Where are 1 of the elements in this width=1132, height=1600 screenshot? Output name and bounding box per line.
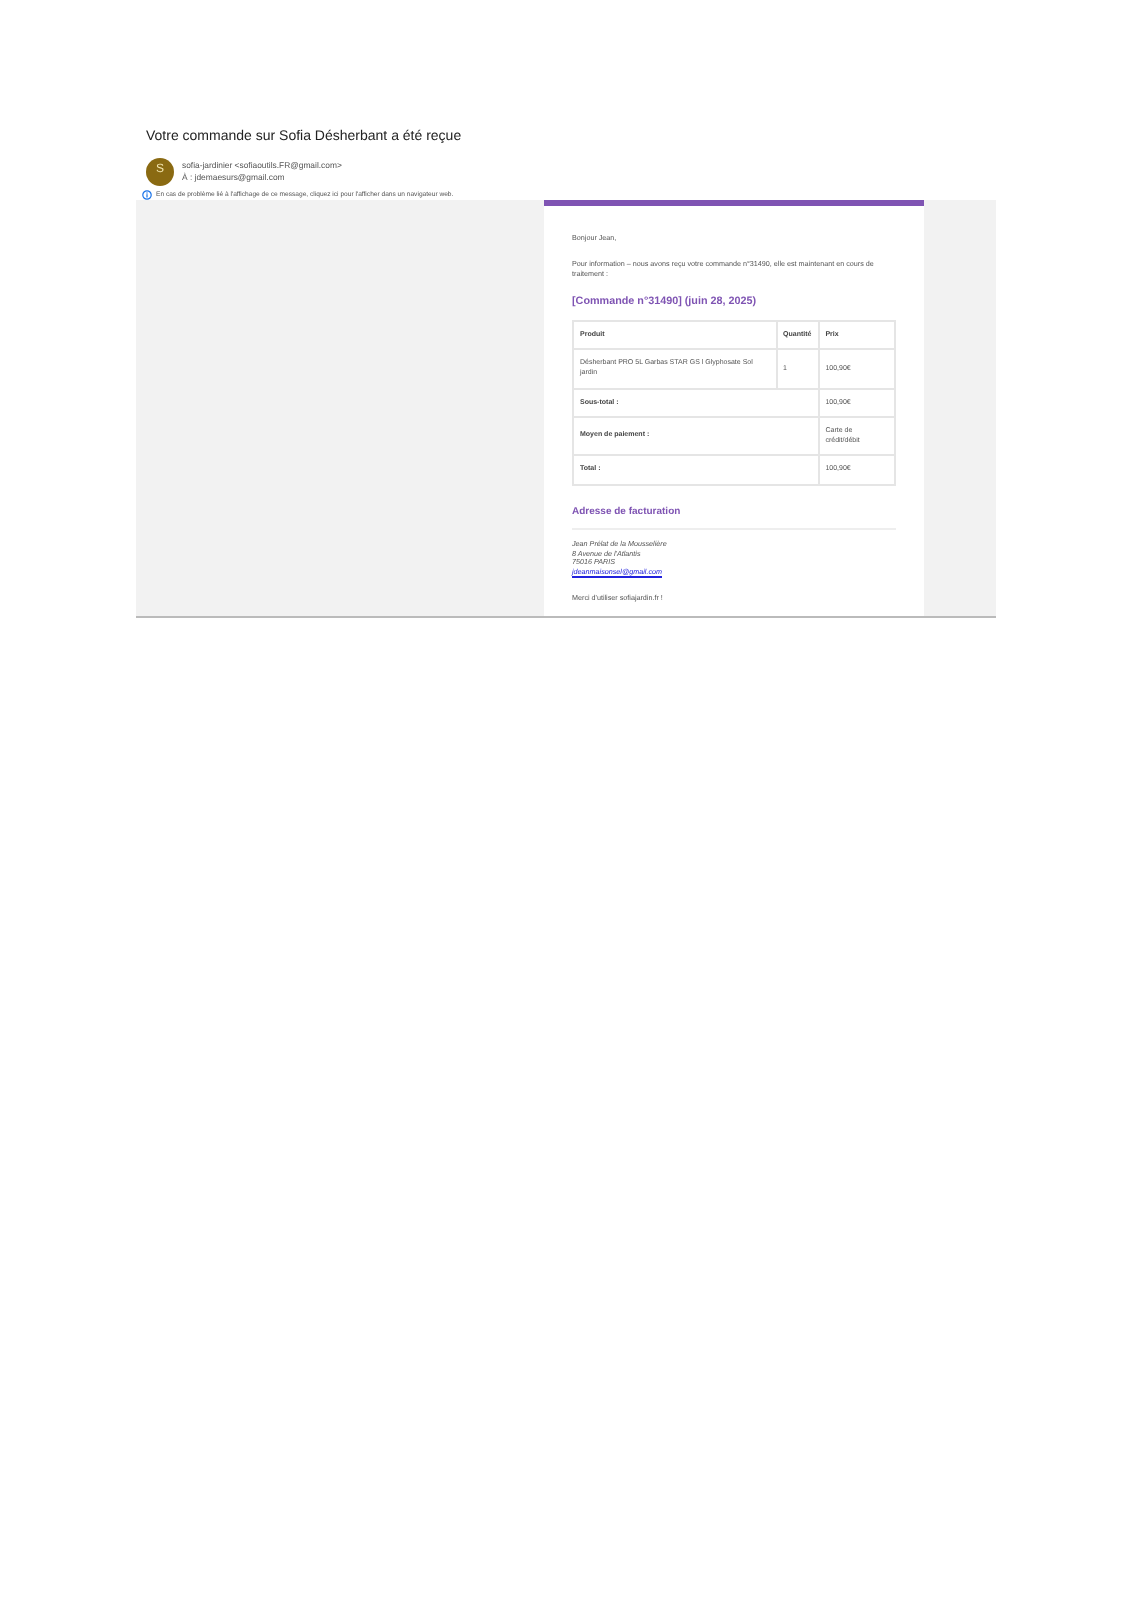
info-icon (142, 189, 152, 199)
